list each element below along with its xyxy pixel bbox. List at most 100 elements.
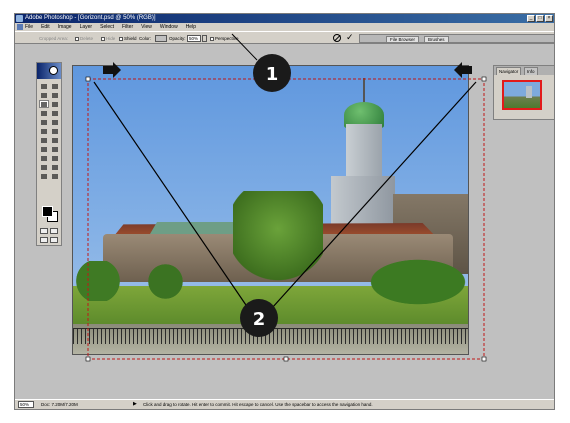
delete-label: Delete bbox=[80, 36, 94, 41]
tab-brushes[interactable]: Brushes bbox=[424, 36, 449, 43]
toolbox bbox=[36, 62, 62, 246]
blur-tool[interactable] bbox=[39, 136, 49, 144]
bandage-icon bbox=[41, 110, 47, 116]
menu-select[interactable]: Select bbox=[100, 24, 114, 30]
maximize-button[interactable]: □ bbox=[536, 15, 544, 22]
delete-radio[interactable]: Delete bbox=[75, 35, 93, 42]
gradient-icon bbox=[52, 128, 58, 134]
marquee-icon bbox=[41, 83, 47, 89]
document-canvas[interactable] bbox=[72, 65, 469, 355]
crop-tool[interactable] bbox=[39, 100, 49, 108]
navigator-palette: Navigator Info bbox=[493, 65, 554, 120]
standard-screen-button[interactable] bbox=[40, 237, 48, 243]
minimize-button[interactable]: _ bbox=[527, 15, 535, 22]
close-button[interactable]: × bbox=[545, 15, 553, 22]
shield-label: Shield bbox=[124, 36, 137, 41]
cancel-icon[interactable] bbox=[333, 34, 341, 42]
hide-radio[interactable]: Hide bbox=[101, 35, 115, 42]
radio-icon bbox=[75, 36, 79, 41]
tab-navigator[interactable]: Navigator bbox=[496, 67, 522, 75]
dodge-tool[interactable] bbox=[50, 136, 60, 144]
title-bar: Adobe Photoshop - [Gorizont.psd @ 50% (R… bbox=[15, 14, 554, 23]
zoom-level-field[interactable]: 50% bbox=[18, 401, 34, 408]
navigator-header: Navigator Info bbox=[494, 66, 554, 75]
status-menu-arrow-icon[interactable]: ▶ bbox=[133, 400, 137, 409]
slice-tool[interactable] bbox=[50, 100, 60, 108]
menu-edit[interactable]: Edit bbox=[41, 24, 50, 30]
eyedropper-icon bbox=[52, 164, 58, 170]
lasso-tool[interactable] bbox=[39, 91, 49, 99]
magic-wand-icon bbox=[52, 92, 58, 98]
cropped-area-label: Cropped Area: bbox=[39, 36, 69, 41]
stamp-icon bbox=[41, 119, 47, 125]
toolbox-header[interactable] bbox=[37, 63, 61, 79]
menu-window[interactable]: Window bbox=[160, 24, 178, 30]
eraser-icon bbox=[41, 128, 47, 134]
shield-color-swatch[interactable] bbox=[155, 35, 167, 42]
standard-mode-button[interactable] bbox=[40, 228, 48, 234]
clone-stamp-tool[interactable] bbox=[39, 118, 49, 126]
tree bbox=[233, 191, 323, 286]
perspective-checkbox[interactable]: Perspective bbox=[210, 35, 239, 42]
marquee-tool[interactable] bbox=[39, 82, 49, 90]
tab-file-browser[interactable]: File Browser bbox=[386, 36, 420, 43]
pen-icon bbox=[41, 155, 47, 161]
quick-mask-button[interactable] bbox=[50, 228, 58, 234]
hand-tool[interactable] bbox=[39, 172, 49, 180]
checkmark-icon[interactable]: ✓ bbox=[346, 32, 354, 43]
brush-tool[interactable] bbox=[50, 109, 60, 117]
rectangle-icon bbox=[52, 155, 58, 161]
fence bbox=[73, 328, 468, 344]
menu-image[interactable]: Image bbox=[58, 24, 72, 30]
photoshop-app-icon bbox=[16, 15, 23, 22]
document-size-info: Doc: 7.20M/7.20M bbox=[41, 402, 78, 407]
opacity-input[interactable]: 50% bbox=[187, 35, 201, 42]
checkbox-icon bbox=[119, 36, 123, 41]
checkbox-icon bbox=[210, 36, 214, 41]
healing-brush-tool[interactable] bbox=[39, 109, 49, 117]
bush bbox=[143, 264, 188, 299]
menu-layer[interactable]: Layer bbox=[80, 24, 93, 30]
tower-base bbox=[331, 176, 395, 228]
lasso-icon bbox=[41, 92, 47, 98]
menu-help[interactable]: Help bbox=[186, 24, 196, 30]
slice-icon bbox=[52, 101, 58, 107]
magic-wand-tool[interactable] bbox=[50, 91, 60, 99]
foreground-color-swatch[interactable] bbox=[42, 206, 53, 217]
window-title: Adobe Photoshop - [Gorizont.psd @ 50% (R… bbox=[25, 15, 156, 21]
gradient-tool[interactable] bbox=[50, 127, 60, 135]
eraser-tool[interactable] bbox=[39, 127, 49, 135]
path-selection-tool[interactable] bbox=[39, 145, 49, 153]
tab-info[interactable]: Info bbox=[524, 67, 538, 75]
history-brush-tool[interactable] bbox=[50, 118, 60, 126]
color-label: Color: bbox=[139, 36, 152, 41]
hand-icon bbox=[41, 173, 47, 179]
shield-checkbox[interactable]: Shield bbox=[119, 35, 137, 42]
menu-filter[interactable]: Filter bbox=[122, 24, 133, 30]
notes-tool[interactable] bbox=[39, 163, 49, 171]
bush bbox=[363, 256, 468, 308]
zoom-tool[interactable] bbox=[50, 172, 60, 180]
green-roof bbox=[150, 222, 245, 234]
document-icon[interactable] bbox=[17, 24, 23, 30]
perspective-label: Perspective bbox=[215, 36, 239, 41]
shape-tool[interactable] bbox=[50, 154, 60, 162]
eye-icon bbox=[49, 66, 58, 75]
move-tool[interactable] bbox=[50, 82, 60, 90]
full-screen-menu-button[interactable] bbox=[50, 237, 58, 243]
menu-file[interactable]: File bbox=[25, 24, 33, 30]
dodge-icon bbox=[52, 137, 58, 143]
window-controls: _ □ × bbox=[527, 15, 553, 22]
status-bar: 50% Doc: 7.20M/7.20M ▶ Click and drag to… bbox=[15, 399, 554, 409]
note-icon bbox=[41, 164, 47, 170]
navigator-thumbnail[interactable] bbox=[502, 80, 542, 110]
type-tool[interactable] bbox=[50, 145, 60, 153]
bush bbox=[73, 261, 128, 301]
pen-tool[interactable] bbox=[39, 154, 49, 162]
eyedropper-tool[interactable] bbox=[50, 163, 60, 171]
opacity-dropdown-arrow[interactable] bbox=[202, 35, 207, 42]
opacity-label: Opacity: bbox=[169, 36, 186, 41]
screen-mode-buttons bbox=[40, 237, 58, 243]
droplet-icon bbox=[41, 137, 47, 143]
menu-view[interactable]: View bbox=[141, 24, 152, 30]
